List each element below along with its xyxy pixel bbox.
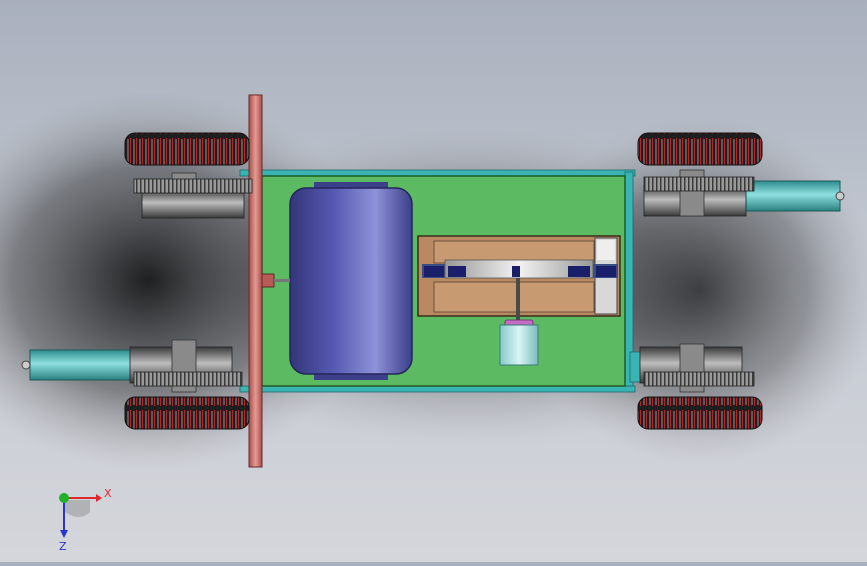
axis-triad-icon: X Z [59,487,112,552]
y-axis-dot [59,493,69,503]
motor[interactable] [499,319,539,366]
x-axis-label: X [104,487,112,500]
axle-rod[interactable] [248,94,263,468]
crank-mechanism[interactable] [417,235,621,322]
tire[interactable] [124,132,250,166]
tire[interactable] [637,396,763,430]
tire[interactable] [124,396,250,430]
cad-model-view[interactable] [0,0,867,562]
air-tank[interactable] [289,182,413,380]
z-axis-label: Z [59,540,67,552]
graphics-viewport[interactable] [0,0,867,562]
tire[interactable] [637,132,763,166]
